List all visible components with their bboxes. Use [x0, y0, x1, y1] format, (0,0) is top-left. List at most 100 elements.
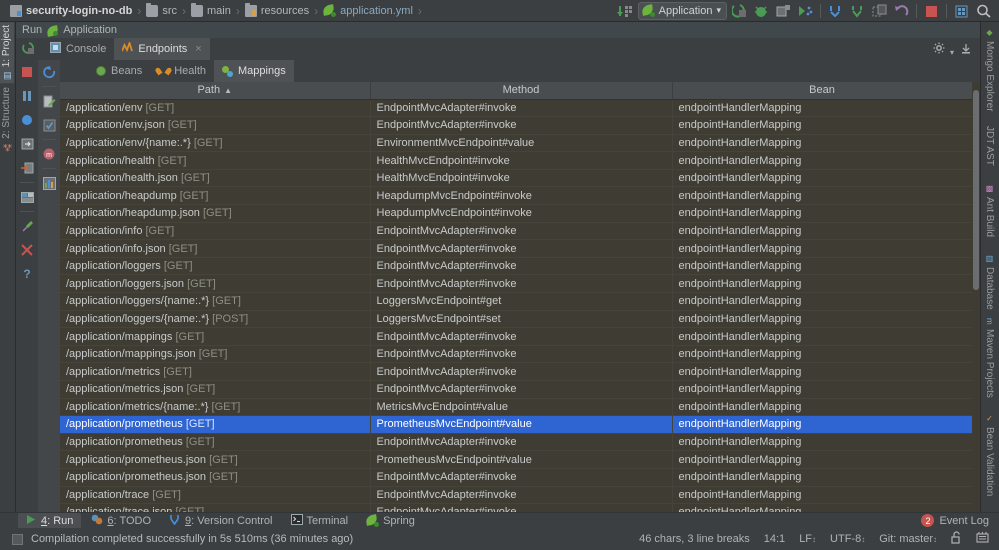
status-indicator-box[interactable] [12, 533, 23, 545]
tab-beans[interactable]: Beans [88, 60, 150, 82]
chart-icon[interactable] [38, 171, 60, 195]
table-row[interactable]: /application/heapdump [GET] HeapdumpMvcEn… [60, 186, 973, 206]
stop-icon[interactable] [922, 2, 941, 20]
tab-health[interactable]: Health [150, 60, 214, 82]
table-row[interactable]: /application/info [GET] EndpointMvcAdapte… [60, 222, 973, 241]
table-row[interactable]: /application/prometheus.json [GET] Promet… [60, 450, 973, 469]
restore-layout-icon[interactable] [16, 185, 38, 209]
table-row[interactable]: /application/health [GET] HealthMvcEndpoi… [60, 151, 973, 170]
table-row[interactable]: /application/mappings.json [GET] Endpoint… [60, 345, 973, 364]
sidebar-item-project[interactable]: ▤ 1: Project [0, 22, 14, 84]
tab-mappings[interactable]: Mappings [214, 60, 294, 82]
cell-method: EndpointMvcAdapter#invoke [370, 222, 673, 241]
endpoints-icon [121, 40, 134, 56]
search-everywhere-icon[interactable] [974, 2, 993, 20]
table-row[interactable]: /application/prometheus [GET] EndpointMvc… [60, 433, 973, 452]
table-row[interactable]: /application/metrics [GET] EndpointMvcAda… [60, 362, 973, 381]
sidebar-item-structure[interactable]: ⁂ 2: Structure [0, 84, 14, 155]
breadcrumb-item-file[interactable]: application.yml [319, 4, 417, 17]
table-row[interactable]: /application/prometheus [GET] PrometheusM… [60, 415, 973, 434]
debug-icon[interactable] [752, 2, 771, 20]
tab-endpoints[interactable]: Endpoints × [114, 38, 210, 60]
run-icon[interactable] [730, 2, 749, 20]
column-header-label: Method [502, 84, 540, 97]
mongo-badge-icon[interactable]: m [38, 142, 60, 166]
table-row[interactable]: /application/env/{name:.*} [GET] Environm… [60, 134, 973, 153]
tab-console[interactable]: Console [42, 38, 114, 60]
status-encoding[interactable]: UTF-8↕ [830, 533, 865, 545]
endpoints-table-container[interactable]: Path ▲ Method Bean /application/env [GET]… [60, 82, 980, 512]
http-verb: [GET] [185, 418, 215, 431]
table-row[interactable]: /application/metrics.json [GET] EndpointM… [60, 380, 973, 399]
table-row[interactable]: /application/loggers.json [GET] EndpointM… [60, 274, 973, 294]
bottom-tab-version-control[interactable]: 9: Version Control [161, 513, 280, 529]
breadcrumb-item-resources[interactable]: resources [241, 2, 313, 17]
column-header-path[interactable]: Path ▲ [60, 82, 371, 100]
sidebar-item-ant-build[interactable]: ▩ Ant Build [980, 180, 999, 241]
status-caret-position[interactable]: 14:1 [764, 533, 785, 545]
breadcrumb-item-module[interactable]: security-login-no-db [6, 4, 136, 17]
sidebar-item-jdt-ast[interactable]: JDT AST [980, 122, 999, 170]
rerun-icon[interactable] [16, 38, 42, 60]
status-line-separator[interactable]: LF↕ [799, 533, 816, 545]
bottom-tab-spring[interactable]: Spring [358, 513, 423, 528]
breadcrumb-item-src[interactable]: src [142, 2, 181, 17]
revert-icon[interactable] [892, 2, 911, 20]
structure-search-icon[interactable] [952, 2, 971, 20]
help-icon[interactable]: ? [16, 262, 38, 286]
export-icon[interactable] [16, 132, 38, 156]
refresh-icon[interactable] [38, 60, 60, 84]
sidebar-item-mongo-explorer[interactable]: ◆ Mongo Explorer [980, 24, 999, 116]
column-header-method[interactable]: Method [370, 82, 673, 100]
sidebar-item-database[interactable]: ▥ Database [980, 250, 999, 314]
table-scrollbar[interactable] [972, 82, 980, 512]
table-row[interactable]: /application/heapdump.json [GET] Heapdump… [60, 204, 973, 223]
sidebar-item-bean-validation[interactable]: ✓ Bean Validation [980, 410, 999, 500]
table-row[interactable]: /application/prometheus.json [GET] Endpoi… [60, 468, 973, 487]
compare-icon[interactable] [870, 2, 889, 20]
profile-icon[interactable] [796, 2, 815, 20]
edit-icon[interactable] [38, 89, 60, 113]
spring-icon [46, 24, 59, 37]
stop-icon[interactable] [16, 60, 38, 84]
breadcrumb-label: security-login-no-db [26, 4, 133, 17]
column-header-bean[interactable]: Bean [672, 82, 973, 100]
hide-icon[interactable] [960, 42, 972, 60]
commit-icon[interactable] [848, 2, 867, 20]
table-row[interactable]: /application/trace.json [GET]EndpointMvc… [60, 503, 973, 512]
close-icon[interactable]: × [195, 43, 201, 55]
bottom-tab-todo[interactable]: 6: TODO [83, 513, 159, 529]
bottom-tab-terminal[interactable]: Terminal [283, 513, 357, 529]
table-row[interactable]: /application/env [GET] EndpointMvcAdapter… [60, 99, 973, 118]
table-row[interactable]: /application/loggers/{name:.*} [POST] Log… [60, 310, 973, 329]
print-icon[interactable] [16, 156, 38, 180]
http-verb: [GET] [157, 154, 187, 167]
table-row[interactable]: /application/info.json [GET] EndpointMvcA… [60, 239, 973, 258]
table-row[interactable]: /application/env.json [GET] EndpointMvcAd… [60, 116, 973, 135]
update-project-icon[interactable] [826, 2, 845, 20]
unlocked-icon[interactable] [951, 531, 962, 547]
event-log-button[interactable]: 2 Event Log [921, 514, 999, 527]
gear-icon[interactable]: ▾ [933, 42, 954, 60]
table-row[interactable]: /application/metrics/{name:.*} [GET] Metr… [60, 398, 973, 417]
run-configuration-selector[interactable]: Application ▾ [637, 1, 727, 20]
table-row[interactable]: /application/trace [GET] EndpointMvcAdapt… [60, 486, 973, 505]
soft-wrap-icon[interactable] [16, 108, 38, 132]
status-git-branch[interactable]: Git: master↕ [879, 533, 937, 545]
table-row[interactable]: /application/mappings [GET] EndpointMvcAd… [60, 327, 973, 346]
pin-icon[interactable] [16, 214, 38, 238]
memory-icon[interactable] [976, 531, 989, 547]
close-icon[interactable] [16, 238, 38, 262]
table-row[interactable]: /application/health.json [GET] HealthMvcE… [60, 169, 973, 188]
scrollbar-thumb[interactable] [973, 90, 979, 290]
table-row[interactable]: /application/loggers/{name:.*} [GET] Logg… [60, 292, 973, 311]
folder-icon [146, 2, 159, 17]
run-with-coverage-icon[interactable] [774, 2, 793, 20]
breadcrumb-item-main[interactable]: main [187, 2, 235, 17]
bottom-tab-run[interactable]: 4: Run [18, 512, 82, 529]
pause-icon[interactable] [16, 84, 38, 108]
table-row[interactable]: /application/loggers [GET] EndpointMvcAda… [60, 257, 973, 276]
check-icon[interactable] [38, 113, 60, 137]
sidebar-item-maven-projects[interactable]: m Maven Projects [980, 314, 999, 402]
update-running-application-icon[interactable] [616, 2, 635, 20]
